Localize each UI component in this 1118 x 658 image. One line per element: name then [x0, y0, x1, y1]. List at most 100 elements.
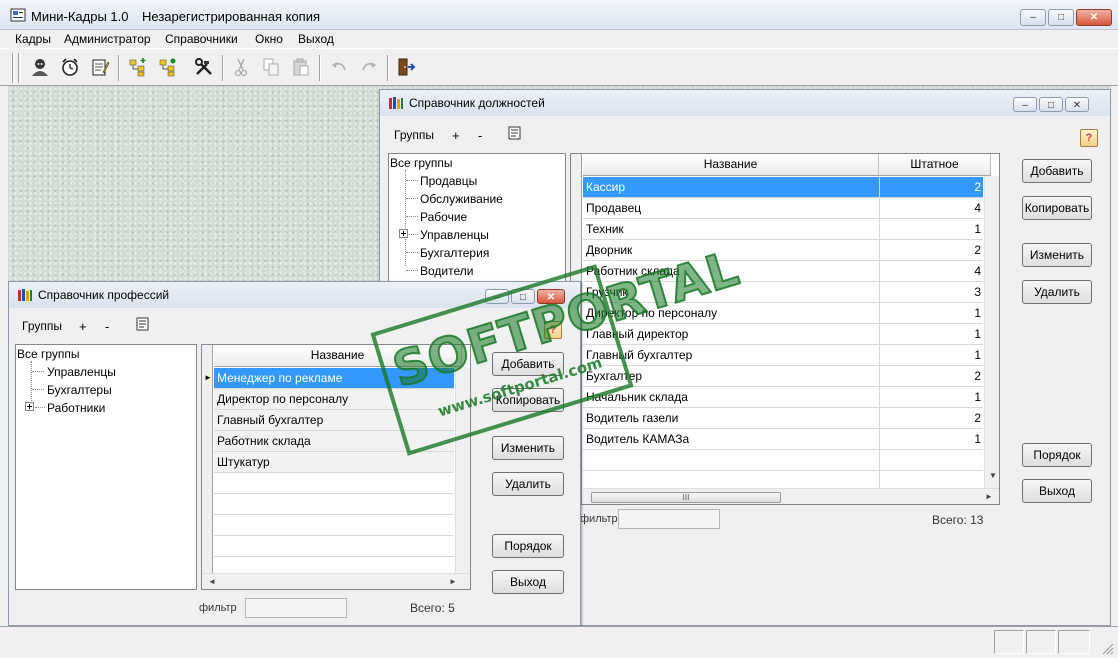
table-row[interactable]: Главный бухгалтер 1: [583, 345, 983, 366]
copy-button[interactable]: Копировать: [1022, 196, 1092, 220]
cell-name[interactable]: Продавец: [583, 198, 879, 218]
scroll-right-arrow[interactable]: ►: [981, 492, 997, 501]
tools-icon[interactable]: [193, 56, 215, 78]
order-button[interactable]: Порядок: [1022, 443, 1092, 467]
cell-staffing[interactable]: 1: [879, 219, 983, 239]
table-row[interactable]: Водитель газели 2: [583, 408, 983, 429]
remove-group-button[interactable]: -: [478, 128, 482, 143]
tree-item[interactable]: Бухгалтеры: [47, 383, 112, 397]
tree-item[interactable]: Рабочие: [420, 210, 467, 224]
table-row[interactable]: Главный директор 1: [583, 324, 983, 345]
cell-name[interactable]: Водитель газели: [583, 408, 879, 428]
cell-staffing[interactable]: 2: [879, 240, 983, 260]
filter-input[interactable]: [245, 598, 347, 618]
menu-kadry[interactable]: Кадры: [15, 32, 51, 46]
table-row[interactable]: Штукатур: [214, 452, 454, 473]
cell-staffing[interactable]: 1: [879, 429, 983, 449]
cell-name[interactable]: Техник: [583, 219, 879, 239]
positions-close-button[interactable]: ✕: [1065, 97, 1089, 112]
expand-icon[interactable]: [399, 229, 408, 238]
scroll-thumb[interactable]: III: [591, 492, 781, 503]
exit-button[interactable]: Выход: [1022, 479, 1092, 503]
positions-horizontal-scrollbar[interactable]: III ►: [583, 488, 999, 504]
scroll-left-arrow[interactable]: ◄: [204, 577, 220, 586]
cell-name[interactable]: Начальник склада: [583, 387, 879, 407]
edit-button[interactable]: Изменить: [492, 436, 564, 460]
menu-directories[interactable]: Справочники: [165, 32, 238, 46]
app-maximize-button[interactable]: □: [1048, 9, 1074, 26]
tree-item[interactable]: Водители: [420, 264, 473, 278]
table-row[interactable]: Кассир 2: [583, 177, 983, 198]
menu-exit[interactable]: Выход: [298, 32, 334, 46]
scroll-down-arrow[interactable]: ▼: [985, 471, 999, 480]
cell-staffing[interactable]: 2: [879, 408, 983, 428]
paste-icon[interactable]: [290, 56, 312, 78]
professions-horizontal-scrollbar[interactable]: ◄ ►: [202, 573, 470, 589]
add-group-button[interactable]: +: [452, 128, 460, 143]
undo-icon[interactable]: [328, 56, 350, 78]
table-row[interactable]: Водитель КАМАЗа 1: [583, 429, 983, 450]
delete-button[interactable]: Удалить: [1022, 280, 1092, 304]
cell-staffing[interactable]: 3: [879, 282, 983, 302]
employee-icon[interactable]: [29, 56, 51, 78]
table-row[interactable]: Начальник склада 1: [583, 387, 983, 408]
menu-administrator[interactable]: Администратор: [64, 32, 151, 46]
cell-staffing[interactable]: 2: [879, 366, 983, 386]
remove-group-button[interactable]: -: [105, 319, 109, 334]
cell-staffing[interactable]: 2: [879, 177, 983, 197]
column-header-staffing[interactable]: Штатное расписание: [879, 154, 991, 192]
order-button[interactable]: Порядок: [492, 534, 564, 558]
tree-item[interactable]: Работники: [47, 401, 105, 415]
positions-minimize-button[interactable]: –: [1013, 97, 1037, 112]
table-row[interactable]: Техник 1: [583, 219, 983, 240]
filter-input[interactable]: [618, 509, 720, 529]
add-button[interactable]: Добавить: [1022, 159, 1092, 183]
cell-staffing[interactable]: 4: [879, 198, 983, 218]
exit-door-icon[interactable]: [395, 56, 417, 78]
directory-icon: [389, 97, 403, 109]
positions-help-button[interactable]: ?: [1080, 129, 1098, 147]
toolbar-grip[interactable]: [12, 53, 15, 83]
expand-icon[interactable]: [25, 402, 34, 411]
positions-maximize-button[interactable]: □: [1039, 97, 1063, 112]
tree-item[interactable]: Управленцы: [420, 228, 489, 242]
table-row[interactable]: Дворник 2: [583, 240, 983, 261]
column-header-name[interactable]: Название: [583, 154, 879, 176]
cell-name[interactable]: Главный бухгалтер: [583, 345, 879, 365]
tree-item[interactable]: Продавцы: [420, 174, 477, 188]
exit-button[interactable]: Выход: [492, 570, 564, 594]
positions-vertical-scrollbar[interactable]: ▼: [984, 176, 999, 488]
cell-staffing[interactable]: 1: [879, 303, 983, 323]
tree-edit-icon[interactable]: [157, 56, 179, 78]
table-row[interactable]: Продавец 4: [583, 198, 983, 219]
delete-button[interactable]: Удалить: [492, 472, 564, 496]
tree-add-icon[interactable]: [127, 56, 149, 78]
group-list-icon[interactable]: [135, 316, 151, 332]
cell-staffing[interactable]: 1: [879, 324, 983, 344]
scroll-right-arrow[interactable]: ►: [445, 577, 461, 586]
cell-staffing[interactable]: 1: [879, 345, 983, 365]
tree-root-all-groups[interactable]: Все группы: [17, 347, 80, 361]
add-group-button[interactable]: +: [79, 319, 87, 334]
tree-root-all-groups[interactable]: Все группы: [390, 156, 453, 170]
alarm-clock-icon[interactable]: [59, 56, 81, 78]
cell-name[interactable]: Кассир: [583, 177, 879, 197]
tree-item[interactable]: Управленцы: [47, 365, 116, 379]
app-minimize-button[interactable]: –: [1020, 9, 1046, 26]
resize-grip-icon[interactable]: [1100, 641, 1114, 655]
app-close-button[interactable]: ✕: [1076, 9, 1112, 26]
cell-staffing[interactable]: 4: [879, 261, 983, 281]
copy-icon[interactable]: [260, 56, 282, 78]
cell-name[interactable]: Штукатур: [214, 452, 454, 472]
tree-item[interactable]: Обслуживание: [420, 192, 503, 206]
cut-icon[interactable]: [230, 56, 252, 78]
cell-name[interactable]: Водитель КАМАЗа: [583, 429, 879, 449]
cell-staffing[interactable]: 1: [879, 387, 983, 407]
table-row[interactable]: Бухгалтер 2: [583, 366, 983, 387]
redo-icon[interactable]: [358, 56, 380, 78]
menu-window[interactable]: Окно: [255, 32, 283, 46]
group-list-icon[interactable]: [507, 125, 523, 141]
notepad-icon[interactable]: [89, 56, 111, 78]
tree-item[interactable]: Бухгалтерия: [420, 246, 489, 260]
edit-button[interactable]: Изменить: [1022, 243, 1092, 267]
